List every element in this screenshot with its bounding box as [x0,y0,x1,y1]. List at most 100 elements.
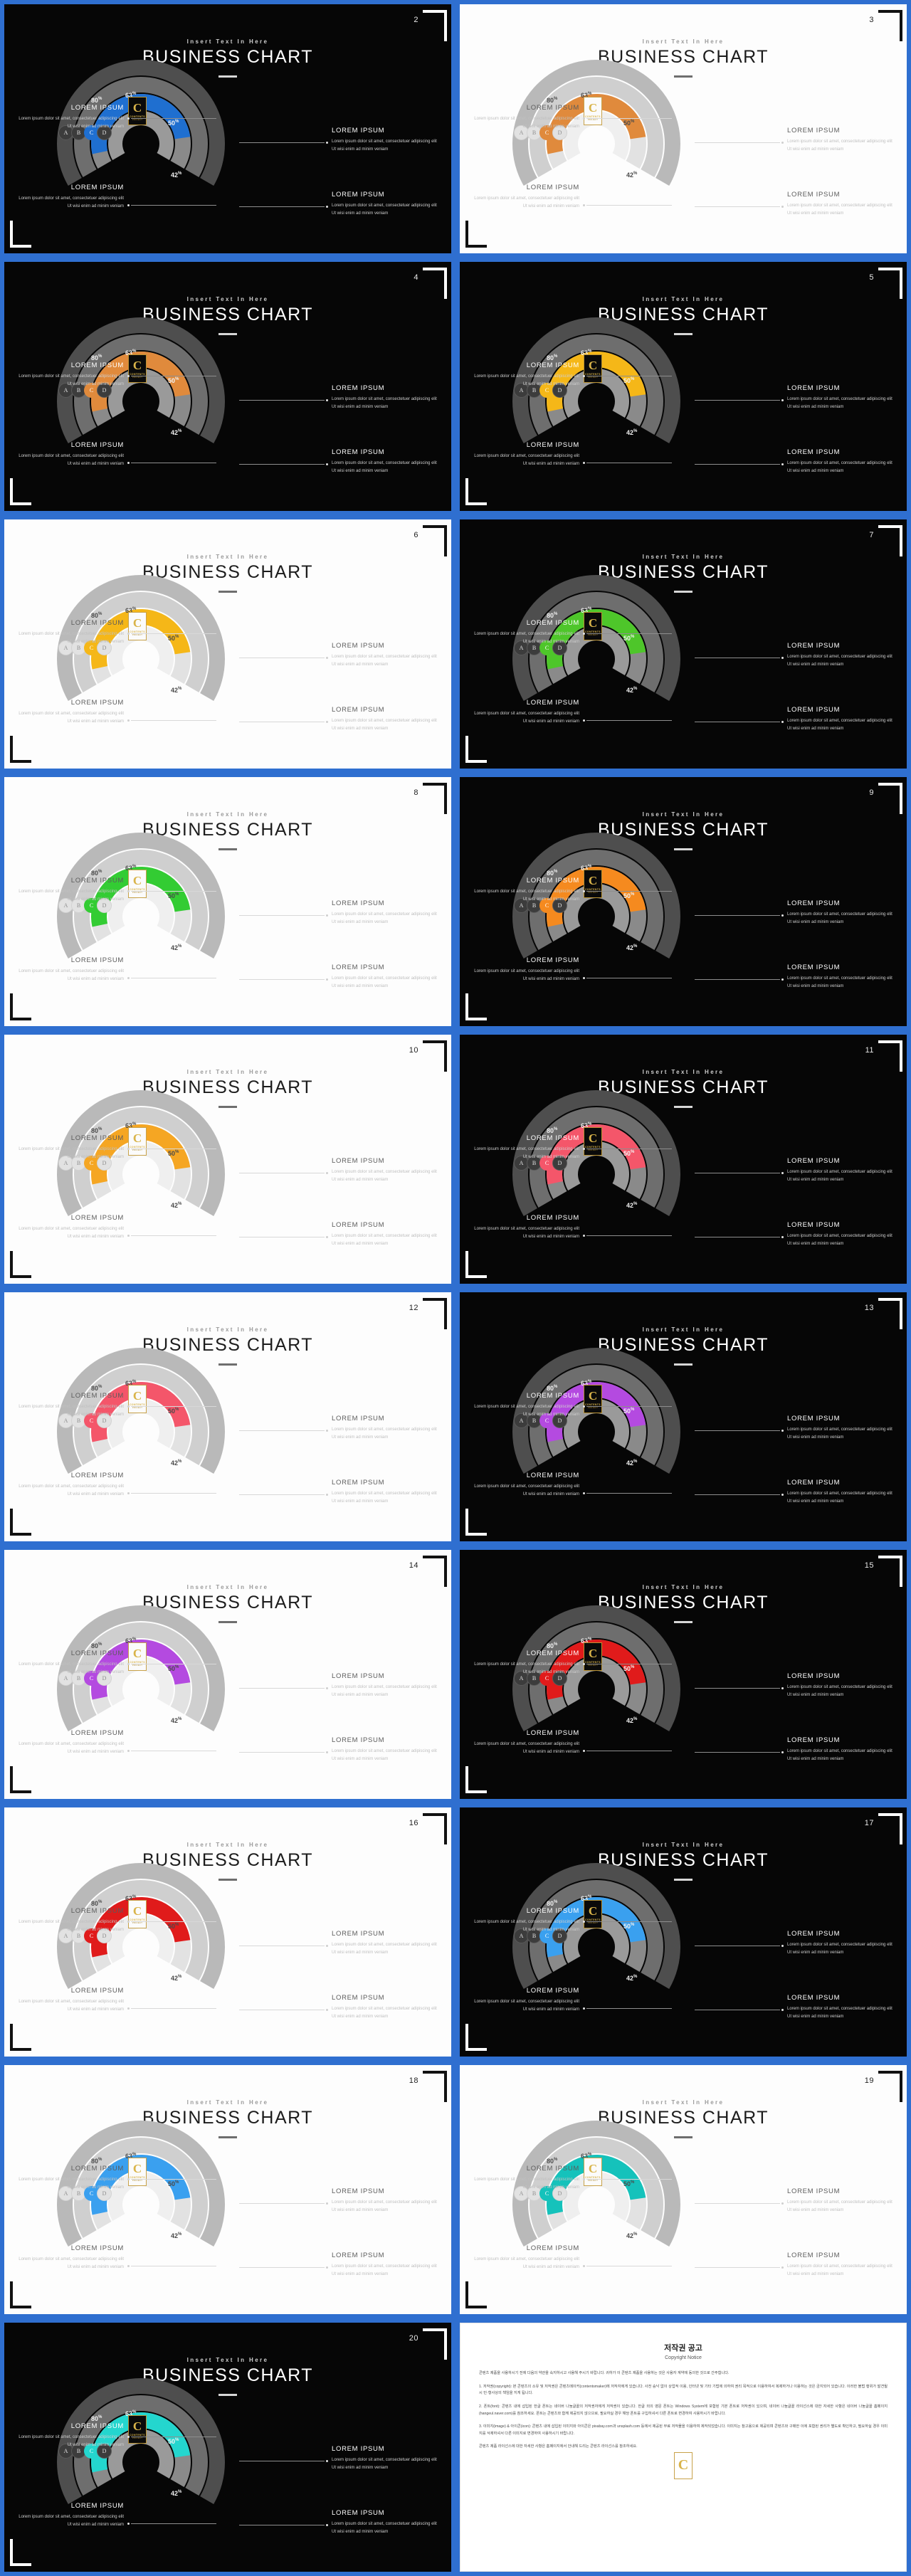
slide-thumbnail[interactable]: 14 Insert Text In Here BUSINESS CHART 80… [4,1550,451,1799]
title-divider [218,1879,237,1881]
callout-body: Lorem ipsum dolor sit amet, consectetuer… [19,1742,124,1754]
copyright-slide[interactable]: 저작권 공고 Copyright Notice 콘텐츠 제품을 사용하시기 전에… [460,2323,907,2572]
callout-left-1: LOREM IPSUM Lorem ipsum dolor sit amet, … [473,1907,579,1933]
leader-dot-right-2 [781,721,784,723]
leader-line-right-2 [695,2267,780,2268]
slide-cell[interactable]: 3 Insert Text In Here BUSINESS CHART 80%… [456,0,911,258]
leader-dot-right-2 [326,978,328,981]
slide-cell[interactable]: 10 Insert Text In Here BUSINESS CHART 80… [0,1030,456,1288]
slide-thumbnail[interactable]: 18 Insert Text In Here BUSINESS CHART 80… [4,2065,451,2314]
slide-cell[interactable]: 7 Insert Text In Here BUSINESS CHART 80%… [456,515,911,773]
leader-dot-left-1 [583,890,585,892]
callout-body: Lorem ipsum dolor sit amet, consectetuer… [787,719,892,731]
callout-right-1: LOREM IPSUM Lorem ipsum dolor sit amet, … [332,1415,438,1441]
badge-line1: CONTENTS [585,372,601,376]
leader-dot-left-1 [583,1405,585,1408]
slide-thumbnail[interactable]: 2 Insert Text In Here BUSINESS CHART 80%… [4,4,451,253]
pct-label-80: 80% [91,1385,102,1392]
callout-title: LOREM IPSUM [787,1221,841,1229]
slide-thumbnail[interactable]: 13 Insert Text In Here BUSINESS CHART 80… [460,1292,907,1541]
leader-dot-right-1 [781,914,784,917]
callout-body: Lorem ipsum dolor sit amet, consectetuer… [787,1170,892,1182]
leader-dot-right-1 [781,1945,784,1947]
title-divider [674,1879,693,1881]
callout-body: Lorem ipsum dolor sit amet, consectetuer… [19,1484,124,1496]
callout-title: LOREM IPSUM [70,1987,124,1995]
corner-bracket-top-right-icon [878,1556,902,1587]
slide-thumbnail[interactable]: 8 Insert Text In Here BUSINESS CHART 80%… [4,777,451,1026]
slide-thumbnail[interactable]: 4 Insert Text In Here BUSINESS CHART 80%… [4,262,451,511]
slide-cell[interactable]: 13 Insert Text In Here BUSINESS CHART 80… [456,1288,911,1546]
slide-cell[interactable]: 6 Insert Text In Here BUSINESS CHART 80%… [0,515,456,773]
slide-thumbnail[interactable]: 15 Insert Text In Here BUSINESS CHART 80… [460,1550,907,1799]
leader-dot-right-1 [781,2202,784,2205]
callout-title: LOREM IPSUM [70,2502,124,2510]
slide-thumbnail[interactable]: 17 Insert Text In Here BUSINESS CHART 80… [460,1807,907,2057]
slide-thumbnail[interactable]: 6 Insert Text In Here BUSINESS CHART 80%… [4,519,451,769]
slide-cell[interactable]: 17 Insert Text In Here BUSINESS CHART 80… [456,1803,911,2061]
callout-title: LOREM IPSUM [787,1930,841,1938]
slide-thumbnail[interactable]: 10 Insert Text In Here BUSINESS CHART 80… [4,1035,451,1284]
badge-line1: CONTENTS [130,630,145,633]
slide-thumbnail[interactable]: 19 Insert Text In Here BUSINESS CHART 80… [460,2065,907,2314]
callout-title: LOREM IPSUM [526,104,579,112]
slide-cell[interactable]: 9 Insert Text In Here BUSINESS CHART 80%… [456,773,911,1030]
corner-bracket-top-right-icon [423,525,447,556]
slide-cell[interactable]: 14 Insert Text In Here BUSINESS CHART 80… [0,1546,456,1803]
corner-bracket-top-right-icon [423,10,447,41]
leader-dot-left-1 [127,633,130,635]
slide-cell[interactable]: 12 Insert Text In Here BUSINESS CHART 80… [0,1288,456,1546]
slide-cell[interactable]: 5 Insert Text In Here BUSINESS CHART 80%… [456,258,911,515]
callout-title: LOREM IPSUM [526,441,579,449]
slide-kicker: Insert Text In Here [642,554,725,560]
badge-letter: C [588,1904,598,1918]
badge-line1: CONTENTS [130,1145,145,1149]
slide-thumbnail[interactable]: 20 Insert Text In Here BUSINESS CHART 80… [4,2323,451,2572]
callout-left-1: LOREM IPSUM Lorem ipsum dolor sit amet, … [473,104,579,130]
slide-kicker: Insert Text In Here [642,296,725,302]
leader-dot-right-2 [326,2009,328,2011]
copyright-slide-cell[interactable]: 저작권 공고 Copyright Notice 콘텐츠 제품을 사용하시기 전에… [456,2318,911,2576]
slide-cell[interactable]: 18 Insert Text In Here BUSINESS CHART 80… [0,2061,456,2318]
callout-left-1: LOREM IPSUM Lorem ipsum dolor sit amet, … [473,361,579,388]
callout-title: LOREM IPSUM [332,127,385,134]
slide-thumbnail[interactable]: 3 Insert Text In Here BUSINESS CHART 80%… [460,4,907,253]
slide-cell[interactable]: 15 Insert Text In Here BUSINESS CHART 80… [456,1546,911,1803]
pct-label-80: 80% [547,354,558,361]
callout-body: Lorem ipsum dolor sit amet, consectetuer… [332,1685,437,1697]
callout-right-2: LOREM IPSUM Lorem ipsum dolor sit amet, … [332,706,438,732]
leader-dot-right-1 [781,1172,784,1174]
callout-body: Lorem ipsum dolor sit amet, consectetuer… [19,2435,124,2447]
slide-cell[interactable]: 16 Insert Text In Here BUSINESS CHART 80… [0,1803,456,2061]
callout-title: LOREM IPSUM [70,1134,124,1142]
slide-cell[interactable]: 2 Insert Text In Here BUSINESS CHART 80%… [0,0,456,258]
callout-left-2: LOREM IPSUM Lorem ipsum dolor sit amet, … [17,1729,124,1756]
callout-left-2: LOREM IPSUM Lorem ipsum dolor sit amet, … [473,1729,579,1756]
callout-title: LOREM IPSUM [526,1392,579,1400]
slide-thumbnail[interactable]: 12 Insert Text In Here BUSINESS CHART 80… [4,1292,451,1541]
slide-cell[interactable]: 11 Insert Text In Here BUSINESS CHART 80… [456,1030,911,1288]
copyright-footer: 콘텐츠 제품 라이선스에 대한 자세한 사항은 홈페이지에서 안내해 드리는 콘… [479,2444,638,2449]
leader-dot-left-1 [127,890,130,892]
callout-right-2: LOREM IPSUM Lorem ipsum dolor sit amet, … [787,964,894,990]
leader-line-right-2 [239,206,325,207]
slide-thumbnail[interactable]: 11 Insert Text In Here BUSINESS CHART 80… [460,1035,907,1284]
slide-thumbnail[interactable]: 7 Insert Text In Here BUSINESS CHART 80%… [460,519,907,769]
callout-title: LOREM IPSUM [526,184,579,191]
leader-line-left-2 [131,1493,216,1494]
callout-left-1: LOREM IPSUM Lorem ipsum dolor sit amet, … [473,1134,579,1161]
pct-label-50: 50% [168,1408,179,1415]
badge-line1: CONTENTS [585,1918,601,1921]
slide-cell[interactable]: 20 Insert Text In Here BUSINESS CHART 80… [0,2318,456,2576]
slide-cell[interactable]: 19 Insert Text In Here BUSINESS CHART 80… [456,2061,911,2318]
slide-thumbnail[interactable]: 5 Insert Text In Here BUSINESS CHART 80%… [460,262,907,511]
leader-line-left-2 [586,2008,672,2009]
leader-line-right-1 [695,142,780,143]
slide-thumbnail[interactable]: 16 Insert Text In Here BUSINESS CHART 80… [4,1807,451,2057]
slide-thumbnail[interactable]: 9 Insert Text In Here BUSINESS CHART 80%… [460,777,907,1026]
slide-cell[interactable]: 8 Insert Text In Here BUSINESS CHART 80%… [0,773,456,1030]
slide-cell[interactable]: 4 Insert Text In Here BUSINESS CHART 80%… [0,258,456,515]
callout-title: LOREM IPSUM [70,877,124,885]
callout-title: LOREM IPSUM [526,1729,579,1737]
leader-dot-right-2 [326,463,328,465]
